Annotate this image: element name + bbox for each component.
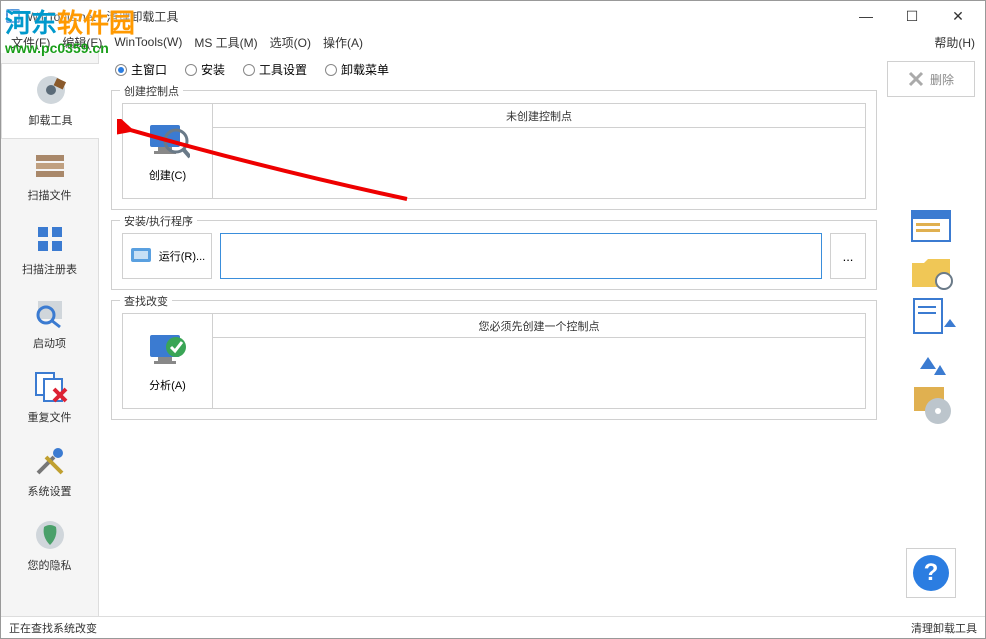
dupes-icon [32,369,68,405]
tab-install[interactable]: 安装 [185,61,225,78]
sidebar-item-label: 启动项 [33,335,66,351]
sidebar: 卸载工具 扫描文件 扫描注册表 启动项 重复文件 [1,53,99,616]
sidebar-item-label: 您的隐私 [28,557,72,573]
group-legend: 安装/执行程序 [120,213,197,229]
uninstall-icon [33,72,69,108]
privacy-icon [32,517,68,553]
window-title: WinTools.net - 清理卸载工具 [27,8,843,25]
statusbar: 正在查找系统改变 清理卸载工具 [1,616,985,638]
changes-header: 您必须先创建一个控制点 [213,314,865,338]
tab-uninstmenu[interactable]: 卸载菜单 [325,61,389,78]
help-icon: ? [913,555,949,591]
registry-icon [32,221,68,257]
help-button[interactable]: ? [906,548,956,598]
window-controls: — ☐ ✕ [843,1,981,31]
run-input[interactable] [220,233,822,279]
tab-radio-row: 主窗口 安装 工具设置 卸载菜单 [111,61,877,80]
delete-button-label: 删除 [930,71,954,88]
process-diagram [906,207,956,427]
menu-actions[interactable]: 操作(A) [317,32,369,53]
titlebar: WinTools.net - 清理卸载工具 — ☐ ✕ [1,1,985,31]
sidebar-item-scanreg[interactable]: 扫描注册表 [1,213,98,287]
create-button-label: 创建(C) [149,167,186,183]
delete-x-icon [908,71,924,87]
sidebar-item-label: 卸载工具 [29,112,73,128]
delete-button[interactable]: 删除 [887,61,975,97]
app-icon [5,8,21,24]
startup-icon [32,295,68,331]
minimize-button[interactable]: — [843,1,889,31]
main-panel: 主窗口 安装 工具设置 卸载菜单 创建控制点 创建(C) [99,53,885,616]
folder-icon [906,251,956,295]
workspace: 卸载工具 扫描文件 扫描注册表 启动项 重复文件 [1,53,985,616]
sidebar-item-label: 扫描文件 [28,187,72,203]
group-legend: 查找改变 [120,293,172,309]
status-right: 清理卸载工具 [911,620,977,636]
maximize-button[interactable]: ☐ [889,1,935,31]
menu-help[interactable]: 帮助(H) [928,32,981,53]
group-legend: 创建控制点 [120,83,183,99]
menu-edit[interactable]: 编辑(E) [56,32,108,53]
menu-file[interactable]: 文件(F) [5,32,56,53]
run-button[interactable]: 运行(R)... [122,233,212,279]
radio-off-icon [325,64,337,76]
sidebar-item-scanfiles[interactable]: 扫描文件 [1,139,98,213]
doc-up-icon [906,295,956,339]
sidebar-item-label: 扫描注册表 [22,261,77,277]
group-install-run: 安装/执行程序 运行(R)... ... [111,220,877,290]
controlpoint-header: 未创建控制点 [213,104,865,128]
up-arrows-icon [906,339,956,383]
tools-icon [32,443,68,479]
menu-wintools[interactable]: WinTools(W) [108,33,188,51]
create-icon [146,119,190,163]
run-button-label: 运行(R)... [159,248,205,264]
sidebar-item-startup[interactable]: 启动项 [1,287,98,361]
group-find-changes: 查找改变 分析(A) 您必须先创建一个控制点 [111,300,877,420]
controlpoint-list [213,128,865,198]
window-icon [906,207,956,251]
menu-options[interactable]: 选项(O) [264,32,317,53]
disc-icon [906,383,956,427]
close-button[interactable]: ✕ [935,1,981,31]
analyze-icon [146,329,190,373]
analyze-button-label: 分析(A) [149,377,186,393]
tab-toolset[interactable]: 工具设置 [243,61,307,78]
analyze-button[interactable]: 分析(A) [123,314,213,408]
sidebar-item-dupes[interactable]: 重复文件 [1,361,98,435]
browse-button[interactable]: ... [830,233,866,279]
sidebar-item-uninstall[interactable]: 卸载工具 [1,63,99,139]
radio-on-icon [115,64,127,76]
status-left: 正在查找系统改变 [9,620,97,636]
sidebar-item-privacy[interactable]: 您的隐私 [1,509,98,583]
sidebar-item-syssettings[interactable]: 系统设置 [1,435,98,509]
right-panel: 删除 ? [885,53,985,616]
group-create-controlpoint: 创建控制点 创建(C) 未创建控制点 [111,90,877,210]
sidebar-item-label: 系统设置 [28,483,72,499]
create-button[interactable]: 创建(C) [123,104,213,198]
tab-main[interactable]: 主窗口 [115,61,167,78]
sidebar-item-label: 重复文件 [28,409,72,425]
radio-off-icon [185,64,197,76]
menubar: 文件(F) 编辑(E) WinTools(W) MS 工具(M) 选项(O) 操… [1,31,985,53]
scanfiles-icon [32,147,68,183]
menu-mstools[interactable]: MS 工具(M) [188,32,263,53]
radio-off-icon [243,64,255,76]
run-icon [129,246,153,266]
changes-list [213,338,865,408]
